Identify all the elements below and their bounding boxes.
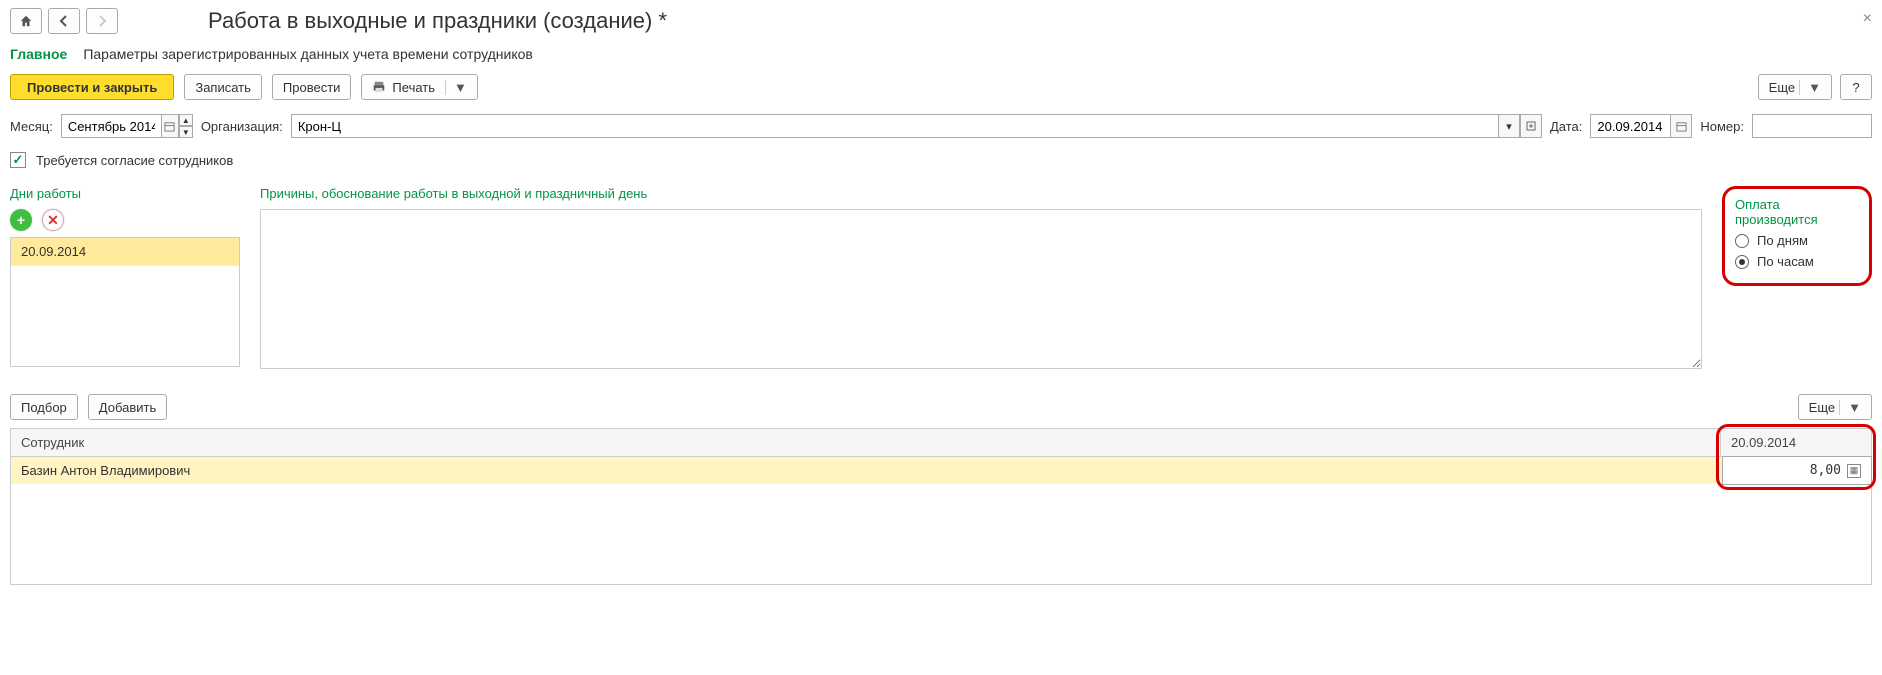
number-input[interactable] (1752, 114, 1872, 138)
fields-row: Месяц: ▲ ▼ Организация: ▾ Дата: Номер: (10, 114, 1872, 138)
calendar-icon (164, 121, 175, 132)
org-label: Организация: (201, 119, 283, 134)
month-box: ▲ ▼ (61, 114, 193, 138)
nav-group (10, 8, 118, 34)
radio-hours-label: По часам (1757, 254, 1814, 269)
payment-column: Оплата производится По дням По часам (1722, 186, 1872, 286)
radio-days-label: По дням (1757, 233, 1808, 248)
more-label: Еще (1769, 80, 1795, 95)
table-row[interactable]: Базин Антон Владимирович 8,00 ▦ (11, 457, 1871, 484)
more-button[interactable]: Еще ▼ (1758, 74, 1832, 100)
calendar-button[interactable] (161, 114, 179, 138)
org-open-button[interactable] (1520, 114, 1542, 138)
radio-icon (1735, 234, 1749, 248)
payment-header: Оплата производится (1735, 197, 1859, 227)
page-title: Работа в выходные и праздники (создание)… (208, 8, 667, 34)
employees-toolbar: Подбор Добавить Еще ▼ (10, 394, 1872, 420)
month-spinner[interactable]: ▲ ▼ (179, 114, 193, 138)
org-dropdown-button[interactable]: ▾ (1498, 114, 1520, 138)
main-toolbar: Провести и закрыть Записать Провести Печ… (10, 74, 1872, 100)
delete-day-button[interactable]: ✕ (42, 209, 64, 231)
col-employee[interactable]: Сотрудник (11, 429, 1721, 456)
arrow-right-icon (96, 15, 108, 27)
home-icon (19, 14, 33, 28)
help-button[interactable]: ? (1840, 74, 1872, 100)
employees-more-button[interactable]: Еще ▼ (1798, 394, 1872, 420)
cell-employee[interactable]: Базин Антон Владимирович (11, 457, 1723, 484)
table-empty-area (11, 484, 1871, 584)
home-button[interactable] (10, 8, 42, 34)
reason-textarea[interactable] (260, 209, 1702, 369)
radio-by-hours[interactable]: По часам (1735, 254, 1859, 269)
sections-row: Дни работы + ✕ 20.09.2014 Причины, обосн… (10, 186, 1872, 372)
add-employee-button[interactable]: Добавить (88, 394, 167, 420)
close-button[interactable]: × (1863, 10, 1872, 28)
nav-row: Работа в выходные и праздники (создание)… (10, 8, 1872, 34)
days-list[interactable]: 20.09.2014 (10, 237, 240, 367)
number-label: Номер: (1700, 119, 1744, 134)
back-button[interactable] (48, 8, 80, 34)
add-day-button[interactable]: + (10, 209, 32, 231)
save-button[interactable]: Записать (184, 74, 262, 100)
date-input[interactable] (1590, 114, 1670, 138)
chevron-down-icon: ▼ (445, 80, 467, 95)
consent-checkbox[interactable]: ✓ (10, 152, 26, 168)
consent-label: Требуется согласие сотрудников (36, 153, 233, 168)
arrow-left-icon (58, 15, 70, 27)
month-label: Месяц: (10, 119, 53, 134)
date-calendar-button[interactable] (1670, 114, 1692, 138)
tab-params[interactable]: Параметры зарегистрированных данных учет… (83, 46, 533, 62)
spin-up-icon[interactable]: ▲ (179, 114, 193, 126)
employees-table: Сотрудник 20.09.2014 Базин Антон Владими… (10, 428, 1872, 585)
pick-button[interactable]: Подбор (10, 394, 78, 420)
consent-row: ✓ Требуется согласие сотрудников (10, 152, 1872, 168)
calendar-icon (1676, 121, 1687, 132)
col-date-label: 20.09.2014 (1731, 435, 1796, 450)
day-item[interactable]: 20.09.2014 (11, 238, 239, 266)
calculator-icon[interactable]: ▦ (1847, 464, 1861, 478)
open-icon (1526, 121, 1536, 131)
tab-main[interactable]: Главное (10, 46, 67, 62)
cell-hours[interactable]: 8,00 ▦ (1722, 456, 1872, 485)
date-label: Дата: (1550, 119, 1582, 134)
print-label: Печать (392, 80, 435, 95)
days-column: Дни работы + ✕ 20.09.2014 (10, 186, 240, 367)
radio-by-days[interactable]: По дням (1735, 233, 1859, 248)
chevron-down-icon: ▼ (1799, 80, 1821, 95)
days-toolbar: + ✕ (10, 209, 240, 231)
tab-bar: Главное Параметры зарегистрированных дан… (10, 46, 1872, 62)
month-input[interactable] (61, 114, 161, 138)
post-button[interactable]: Провести (272, 74, 352, 100)
radio-icon (1735, 255, 1749, 269)
printer-icon (372, 80, 386, 94)
col-date[interactable]: 20.09.2014 (1721, 429, 1871, 456)
org-input[interactable] (291, 114, 1498, 138)
forward-button[interactable] (86, 8, 118, 34)
more-label: Еще (1809, 400, 1835, 415)
reason-column: Причины, обоснование работы в выходной и… (260, 186, 1702, 372)
reason-header: Причины, обоснование работы в выходной и… (260, 186, 1702, 201)
days-header: Дни работы (10, 186, 240, 201)
post-close-button[interactable]: Провести и закрыть (10, 74, 174, 100)
date-box (1590, 114, 1692, 138)
hours-value: 8,00 (1810, 463, 1841, 478)
print-button[interactable]: Печать ▼ (361, 74, 477, 100)
chevron-down-icon: ▼ (1839, 400, 1861, 415)
spin-down-icon[interactable]: ▼ (179, 126, 193, 138)
table-header: Сотрудник 20.09.2014 (11, 429, 1871, 457)
org-box: ▾ (291, 114, 1542, 138)
